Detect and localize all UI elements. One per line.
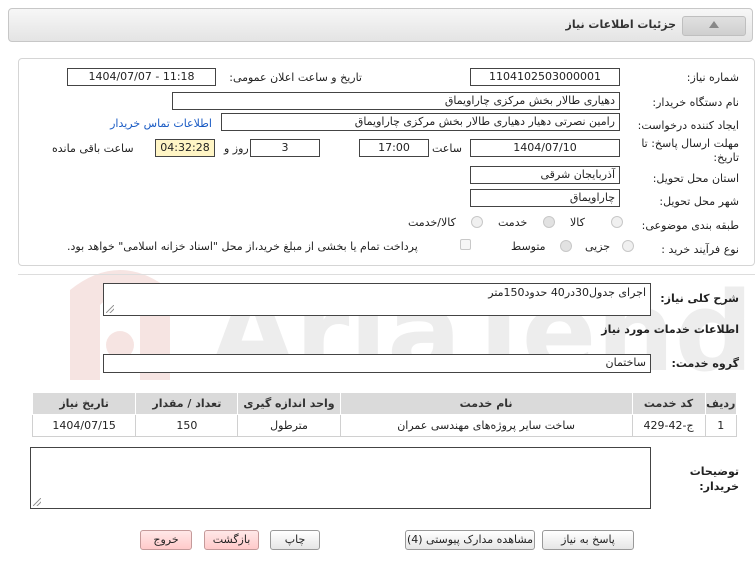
contact-info-link[interactable]: اطلاعات تماس خریدار <box>110 117 212 130</box>
remaining-label: ساعت باقی مانده <box>52 142 134 155</box>
service-group-label: گروه خدمت: <box>671 357 739 370</box>
col-code: کد خدمت <box>631 392 706 415</box>
purchase-medium-label: متوسط <box>511 240 546 253</box>
col-name: نام خدمت <box>339 392 633 415</box>
city-field: چاراویماق <box>470 189 620 207</box>
info-panel <box>18 58 755 266</box>
buyer-notes-label: توضیحات خریدار: <box>689 465 739 493</box>
back-button[interactable]: بازگشت <box>204 530 259 550</box>
remaining-time-field: 04:32:28 <box>155 139 215 157</box>
col-date: تاریخ نیاز <box>31 392 137 415</box>
category-goods-label: کالا <box>570 216 585 229</box>
exit-button[interactable]: خروج <box>140 530 192 550</box>
reply-button[interactable]: پاسخ به نیاز <box>542 530 634 550</box>
services-table: ردیف کد خدمت نام خدمت واحد اندازه گیری ت… <box>31 392 737 437</box>
collapse-toggle[interactable] <box>682 16 746 36</box>
announce-field: 1404/07/07 - 11:18 <box>67 68 216 86</box>
page-header: جزئیات اطلاعات نیاز <box>8 8 753 42</box>
divider <box>18 274 755 275</box>
cell-unit: مترطول <box>237 414 341 437</box>
creator-label: ایجاد کننده درخواست: <box>637 119 739 132</box>
resize-grip-icon[interactable] <box>106 305 114 313</box>
deadline-time-field: 17:00 <box>359 139 429 157</box>
buyer-org-field: دهیاری طالار بخش مرکزی چاراویماق <box>172 92 620 110</box>
treasury-note: پرداخت تمام یا بخشی از مبلغ خرید،از محل … <box>67 240 418 253</box>
deadline-date-field: 1404/07/10 <box>470 139 620 157</box>
deadline-label-2: تاریخ: <box>713 151 739 164</box>
page-title: جزئیات اطلاعات نیاز <box>565 18 677 31</box>
category-service-radio[interactable] <box>543 216 555 228</box>
announce-label: تاریخ و ساعت اعلان عمومی: <box>229 71 362 84</box>
buyer-notes-field[interactable] <box>30 447 651 509</box>
cell-name: ساخت سایر پروژه‌های مهندسی عمران <box>339 414 633 437</box>
category-both-label: کالا/خدمت <box>408 216 456 229</box>
days-label: روز و <box>224 142 249 155</box>
city-label: شهر محل تحویل: <box>659 195 739 208</box>
purchase-medium-radio[interactable] <box>560 240 572 252</box>
cell-quantity: 150 <box>135 414 239 437</box>
col-unit: واحد اندازه گیری <box>237 392 341 415</box>
category-both-radio[interactable] <box>471 216 483 228</box>
col-quantity: تعداد / مقدار <box>135 392 239 415</box>
service-group-field: ساختمان <box>103 354 651 373</box>
cell-date: 1404/07/15 <box>31 414 137 437</box>
description-label: شرح کلی نیاز: <box>660 292 739 305</box>
cell-code: ج-42-429 <box>631 414 706 437</box>
need-number-field: 1104102503000001 <box>470 68 620 86</box>
category-label: طبقه بندی موضوعی: <box>641 219 739 232</box>
description-text: اجرای جدول30در40 حدود150متر <box>488 286 646 299</box>
deadline-label: مهلت ارسال پاسخ: تا <box>641 137 739 150</box>
purchase-type-label: نوع فرآیند خرید : <box>661 243 739 256</box>
table-row: 1 ج-42-429 ساخت سایر پروژه‌های مهندسی عم… <box>31 414 737 437</box>
cell-row: 1 <box>704 414 737 437</box>
days-field: 3 <box>250 139 320 157</box>
treasury-checkbox[interactable] <box>460 239 471 250</box>
time-label: ساعت <box>432 142 462 155</box>
services-section-title: اطلاعات خدمات مورد نیاز <box>601 323 739 336</box>
purchase-minor-label: جزیی <box>585 240 611 253</box>
province-label: استان محل تحویل: <box>652 172 739 185</box>
category-goods-radio[interactable] <box>611 216 623 228</box>
table-header-row: ردیف کد خدمت نام خدمت واحد اندازه گیری ت… <box>31 392 737 415</box>
services-table-wrapper: ردیف کد خدمت نام خدمت واحد اندازه گیری ت… <box>31 392 737 437</box>
description-field: اجرای جدول30در40 حدود150متر <box>103 283 651 316</box>
creator-field: رامین نصرتی دهیار دهیاری طالار بخش مرکزی… <box>221 113 620 131</box>
province-field: آذربایجان شرقی <box>470 166 620 184</box>
resize-grip-icon[interactable] <box>33 498 41 506</box>
purchase-minor-radio[interactable] <box>622 240 634 252</box>
buyer-org-label: نام دستگاه خریدار: <box>652 96 739 109</box>
attachments-button[interactable]: مشاهده مدارک پیوستی (4) <box>405 530 535 550</box>
col-row: ردیف <box>704 392 737 415</box>
print-button[interactable]: چاپ <box>270 530 320 550</box>
need-number-label: شماره نیاز: <box>686 71 739 84</box>
category-service-label: خدمت <box>498 216 528 229</box>
